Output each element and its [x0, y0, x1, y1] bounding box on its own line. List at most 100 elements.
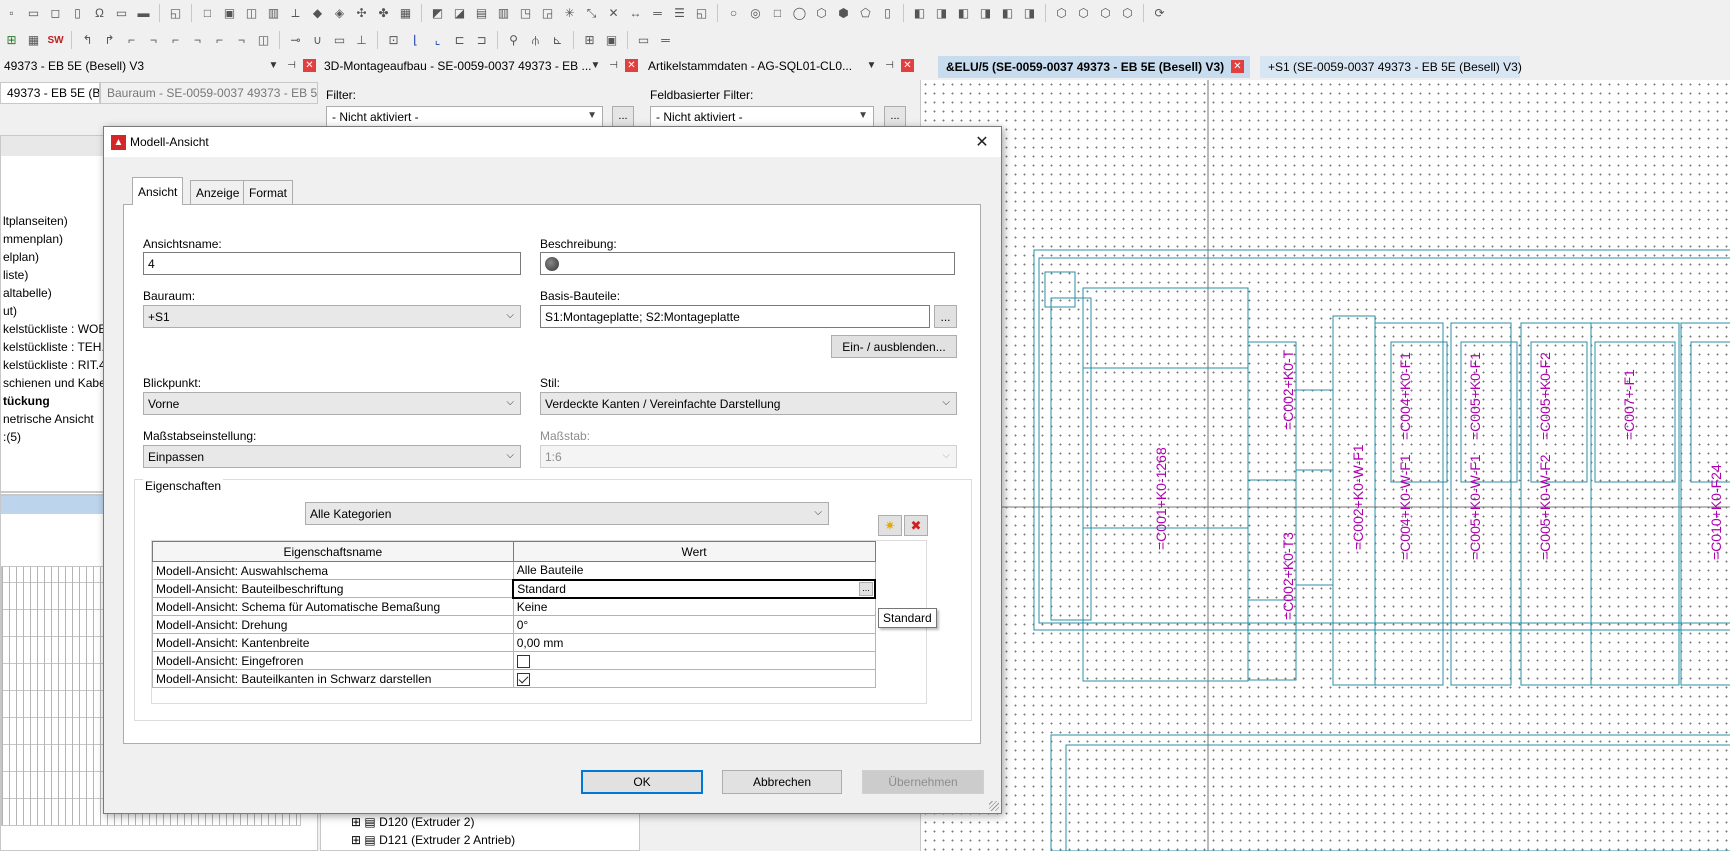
toolbar-icon[interactable]: ↔: [626, 4, 645, 23]
toolbar-icon[interactable]: ◳: [516, 4, 535, 23]
toolbar-icon[interactable]: ▣: [602, 31, 621, 50]
tree-item[interactable]: kelstückliste : WOE.0: [3, 322, 116, 336]
bauraum-select[interactable]: +S1 ⌵: [143, 305, 521, 328]
omega-icon[interactable]: Ω: [90, 4, 109, 23]
tree-item[interactable]: ut): [3, 304, 17, 318]
ein-ausblenden-button[interactable]: Ein- / ausblenden...: [831, 335, 957, 358]
toolbar-icon[interactable]: ¬: [144, 31, 163, 50]
toolbar-icon[interactable]: ◈: [330, 4, 349, 23]
pin-icon[interactable]: ⊣: [285, 58, 298, 72]
doc-tab-inactive[interactable]: +S1 (SE-0059-0037 49373 - EB 5E (Besell)…: [1260, 56, 1522, 78]
cube-icon[interactable]: ◧: [954, 4, 973, 23]
blickpunkt-select[interactable]: Vorne ⌵: [143, 392, 521, 415]
toolbar-icon[interactable]: ⊏: [450, 31, 469, 50]
property-value-editing[interactable]: Standard ...: [512, 578, 876, 599]
property-value[interactable]: Alle Bauteile: [512, 561, 876, 580]
toolbar-icon[interactable]: ◆: [308, 4, 327, 23]
eingefroren-checkbox[interactable]: [516, 654, 530, 668]
toolbar-icon[interactable]: ⤡: [582, 4, 601, 23]
tree-item[interactable]: liste): [3, 268, 28, 282]
new-property-button[interactable]: ✷: [878, 515, 902, 536]
tree-item[interactable]: elplan): [3, 250, 39, 264]
cube-icon[interactable]: ◧: [998, 4, 1017, 23]
abbrechen-button[interactable]: Abbrechen: [722, 770, 842, 794]
tree-item[interactable]: kelstückliste : TEH.B: [3, 340, 113, 354]
tab-format[interactable]: Format: [243, 180, 294, 204]
toolbar-icon[interactable]: ═: [648, 4, 667, 23]
toolbar-icon[interactable]: ▭: [330, 31, 349, 50]
toolbar-icon[interactable]: ◫: [254, 31, 273, 50]
shape-icon[interactable]: ⬠: [856, 4, 875, 23]
tree-item[interactable]: schienen und Kabell: [3, 376, 111, 390]
toolbar-icon[interactable]: ↰: [78, 31, 97, 50]
toolbar-icon[interactable]: ◲: [538, 4, 557, 23]
refresh-icon[interactable]: ⟳: [1150, 4, 1169, 23]
toolbar-icon[interactable]: ⊾: [548, 31, 567, 50]
toolbar-icon[interactable]: ⊡: [384, 31, 403, 50]
toolbar-icon[interactable]: ▦: [396, 4, 415, 23]
toolbar-icon[interactable]: ◪: [450, 4, 469, 23]
toolbar-icon[interactable]: ◱: [692, 4, 711, 23]
toolbar-icon[interactable]: ⌊: [406, 31, 425, 50]
toolbar-icon[interactable]: ⊸: [286, 31, 305, 50]
column-header-wert[interactable]: Wert: [512, 541, 876, 562]
pin-icon[interactable]: ⚲: [504, 31, 523, 50]
toolbar-icon[interactable]: ∪: [308, 31, 327, 50]
tree-item[interactable]: mmenplan): [3, 232, 63, 246]
tree-item[interactable]: ⊞ ▤ D120 (Extruder 2): [351, 815, 474, 829]
toolbar-icon[interactable]: ¬: [188, 31, 207, 50]
box-icon[interactable]: ⬡: [1074, 4, 1093, 23]
filter-select[interactable]: - Nicht aktiviert - ▼: [326, 106, 603, 127]
close-icon[interactable]: ✕: [625, 58, 638, 72]
toolbar-icon[interactable]: ⊥: [352, 31, 371, 50]
doc-tab-active[interactable]: &ELU/5 (SE-0059-0037 49373 - EB 5E (Bese…: [938, 56, 1250, 78]
schwarz-checkbox[interactable]: [516, 672, 530, 686]
tree-item[interactable]: kelstückliste : RIT.49: [3, 358, 112, 372]
toolbar-icon[interactable]: ⌐: [122, 31, 141, 50]
toolbar-icon[interactable]: ▦: [24, 31, 43, 50]
tree-item[interactable]: :(5): [3, 430, 21, 444]
toolbar-icon[interactable]: ◻: [46, 4, 65, 23]
column-header-name[interactable]: Eigenschaftsname: [152, 541, 514, 562]
tree-item-selected[interactable]: tückung: [3, 394, 50, 408]
beschreibung-input[interactable]: [540, 252, 955, 275]
toolbar-icon[interactable]: ▬: [134, 4, 153, 23]
resize-grip-icon[interactable]: [989, 801, 999, 811]
toolbar-icon[interactable]: ↱: [100, 31, 119, 50]
table-row[interactable]: Modell-Ansicht: Bauteilbeschriftung Stan…: [152, 578, 876, 599]
drawing-canvas[interactable]: =C001+K0-1268 =C002+K0-T3 =C002+K0-T =C0…: [920, 80, 1730, 851]
toolbar-icon[interactable]: ▯: [68, 4, 87, 23]
cube-icon[interactable]: ◨: [932, 4, 951, 23]
toolbar-icon[interactable]: ⌐: [166, 31, 185, 50]
toolbar-icon[interactable]: ◫: [242, 4, 261, 23]
toolbar-icon[interactable]: ▥: [264, 4, 283, 23]
circle-icon[interactable]: ◎: [746, 4, 765, 23]
ansichtsname-input[interactable]: 4: [143, 252, 521, 275]
toolbar-icon[interactable]: ✣: [352, 4, 371, 23]
pin-icon[interactable]: ⊣: [883, 58, 896, 72]
basis-bauteile-input[interactable]: S1:Montageplatte; S2:Montageplatte: [540, 305, 930, 328]
toolbar-icon[interactable]: ⌐: [210, 31, 229, 50]
toolbar-icon[interactable]: ▭: [24, 4, 43, 23]
box-icon[interactable]: ⬡: [1118, 4, 1137, 23]
toolbar-icon[interactable]: ✳: [560, 4, 579, 23]
box-icon[interactable]: ⬡: [1096, 4, 1115, 23]
ellipsis-button[interactable]: ...: [859, 581, 873, 596]
tab-left-1[interactable]: 49373 - EB 5E (B...: [0, 82, 100, 104]
toolbar-icon[interactable]: ⊐: [472, 31, 491, 50]
feld-filter-select[interactable]: - Nicht aktiviert - ▼: [650, 106, 874, 127]
toolbar-icon[interactable]: ✕: [604, 4, 623, 23]
cube-icon[interactable]: ◨: [1020, 4, 1039, 23]
massstabseinstellung-select[interactable]: Einpassen ⌵: [143, 445, 521, 468]
ok-button[interactable]: OK: [581, 770, 703, 794]
hexagon-icon[interactable]: ⬡: [812, 4, 831, 23]
toolbar-icon[interactable]: ▫: [2, 4, 21, 23]
hexagon-icon[interactable]: ⬢: [834, 4, 853, 23]
globe-icon[interactable]: [545, 256, 559, 271]
tree-item[interactable]: altabelle): [3, 286, 52, 300]
feld-filter-more-button[interactable]: ...: [884, 106, 906, 127]
square-icon[interactable]: □: [768, 4, 787, 23]
chevron-down-icon[interactable]: ▼: [589, 58, 602, 72]
cube-icon[interactable]: ◨: [976, 4, 995, 23]
tab-anzeige[interactable]: Anzeige: [190, 180, 246, 204]
